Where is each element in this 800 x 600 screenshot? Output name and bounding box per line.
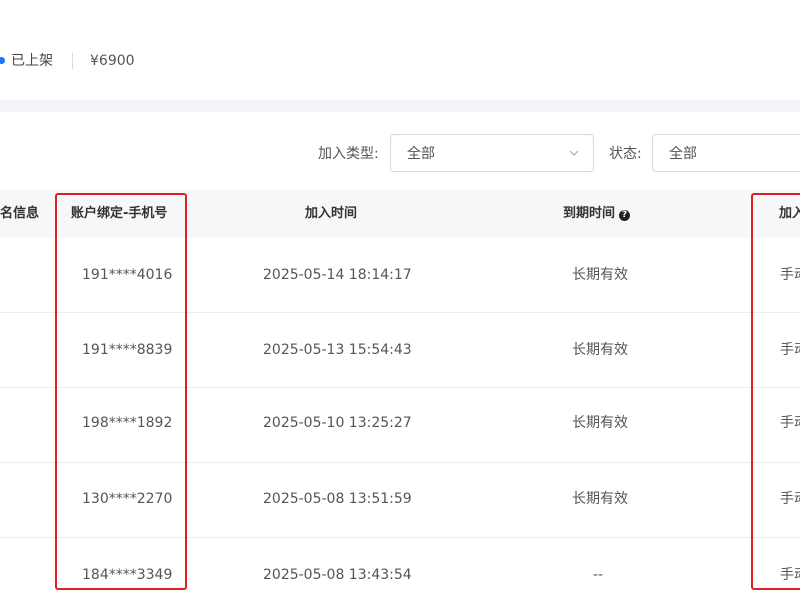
product-status: 已上架 [11, 53, 53, 69]
info-divider [72, 53, 73, 69]
status-select[interactable]: 全部 [652, 134, 800, 172]
cell-expire: 长期有效 [572, 342, 628, 358]
status-filter-label: 状态: [609, 146, 642, 162]
cell-expire: 长期有效 [572, 491, 628, 507]
member-list-page: 已上架 ¥6900 加入类型: 全部 状态: 全部 名信息 账户绑定-手机号 加… [0, 0, 800, 600]
product-info-bar: 已上架 ¥6900 [0, 0, 800, 100]
header-expire-time: 到期时间? [563, 206, 631, 222]
phone-column-highlight [55, 193, 187, 590]
method-column-highlight [751, 193, 800, 590]
status-dot-icon [0, 57, 5, 64]
cell-join-time: 2025-05-13 15:54:43 [263, 342, 412, 358]
join-type-label: 加入类型: [318, 146, 379, 162]
cell-join-time: 2025-05-14 18:14:17 [263, 267, 412, 283]
product-price: ¥6900 [90, 53, 135, 69]
cell-join-time: 2025-05-08 13:51:59 [263, 491, 412, 507]
header-join-time: 加入时间 [305, 206, 358, 221]
chevron-down-icon [569, 150, 579, 156]
join-type-select[interactable]: 全部 [390, 134, 594, 172]
cell-join-time: 2025-05-08 13:43:54 [263, 567, 412, 583]
cell-expire: 长期有效 [572, 267, 628, 283]
join-type-value: 全部 [407, 146, 435, 162]
header-expire-label: 到期时间 [563, 206, 616, 221]
header-name-info: 名信息 [0, 206, 40, 221]
status-select-value: 全部 [669, 146, 697, 162]
section-divider [0, 100, 800, 112]
cell-expire: 长期有效 [572, 415, 628, 431]
question-icon[interactable]: ? [619, 210, 631, 221]
cell-expire: -- [593, 567, 604, 583]
cell-join-time: 2025-05-10 13:25:27 [263, 415, 412, 431]
